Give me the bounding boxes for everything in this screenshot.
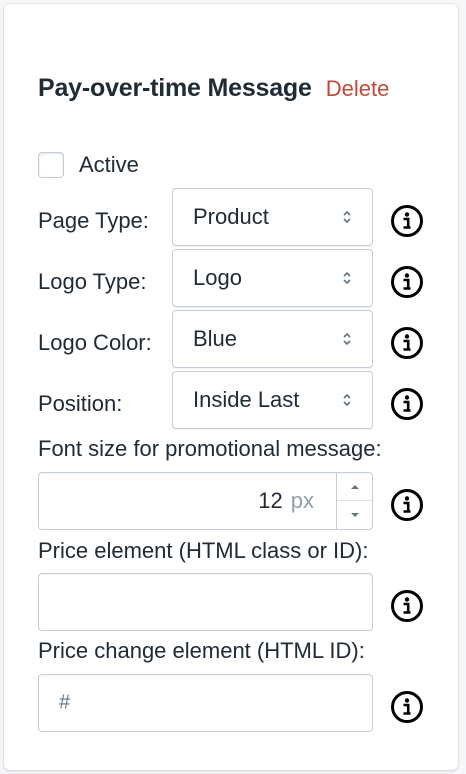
font-size-value-wrap: 12 px: [258, 488, 314, 514]
position-value: Inside Last: [193, 387, 300, 412]
logo-type-value: Logo: [193, 265, 242, 290]
select-arrows-icon: [343, 271, 351, 285]
delete-link[interactable]: Delete: [326, 76, 390, 102]
logo-color-label: Logo Color:: [38, 330, 152, 355]
select-arrows-icon: [343, 393, 351, 407]
position-select[interactable]: Inside Last: [172, 371, 373, 429]
font-size-input[interactable]: 12 px: [38, 472, 373, 530]
logo-color-select[interactable]: Blue: [172, 310, 373, 368]
price-element-input[interactable]: [38, 573, 373, 631]
settings-card: Pay-over-time Message Delete Active Page…: [4, 4, 458, 770]
increment-button[interactable]: [337, 473, 372, 501]
logo-type-info-icon[interactable]: [390, 265, 424, 299]
price-change-label: Price change element (HTML ID):: [38, 638, 365, 663]
decrement-button[interactable]: [337, 501, 372, 529]
font-size-suffix: px: [290, 488, 314, 513]
logo-color-info-icon[interactable]: [390, 326, 424, 360]
active-checkbox[interactable]: [38, 152, 64, 178]
page-type-select[interactable]: Product: [172, 188, 373, 246]
page-type-label: Page Type:: [38, 208, 149, 233]
card-header: Pay-over-time Message Delete: [38, 74, 389, 103]
font-size-info-icon[interactable]: [390, 488, 424, 522]
active-row[interactable]: Active: [38, 152, 139, 178]
price-change-value: #: [59, 691, 71, 714]
price-change-info-icon[interactable]: [390, 690, 424, 724]
font-size-value: 12: [258, 488, 283, 513]
caret-down-icon: [350, 513, 359, 517]
position-label: Position:: [38, 391, 123, 416]
position-info-icon[interactable]: [390, 387, 424, 421]
page-type-value: Product: [193, 204, 269, 229]
font-size-stepper[interactable]: [336, 473, 372, 529]
logo-color-value: Blue: [193, 326, 238, 351]
page-type-info-icon[interactable]: [390, 204, 424, 238]
select-arrows-icon: [343, 210, 351, 224]
select-arrows-icon: [343, 332, 351, 346]
price-element-info-icon[interactable]: [390, 589, 424, 623]
logo-type-select[interactable]: Logo: [172, 249, 373, 307]
price-element-label: Price element (HTML class or ID):: [38, 538, 369, 563]
card-title: Pay-over-time Message: [38, 74, 312, 102]
price-change-input[interactable]: #: [38, 674, 373, 732]
font-size-label: Font size for promotional message:: [38, 436, 382, 461]
active-label: Active: [79, 152, 139, 177]
logo-type-label: Logo Type:: [38, 269, 147, 294]
caret-up-icon: [350, 484, 359, 489]
